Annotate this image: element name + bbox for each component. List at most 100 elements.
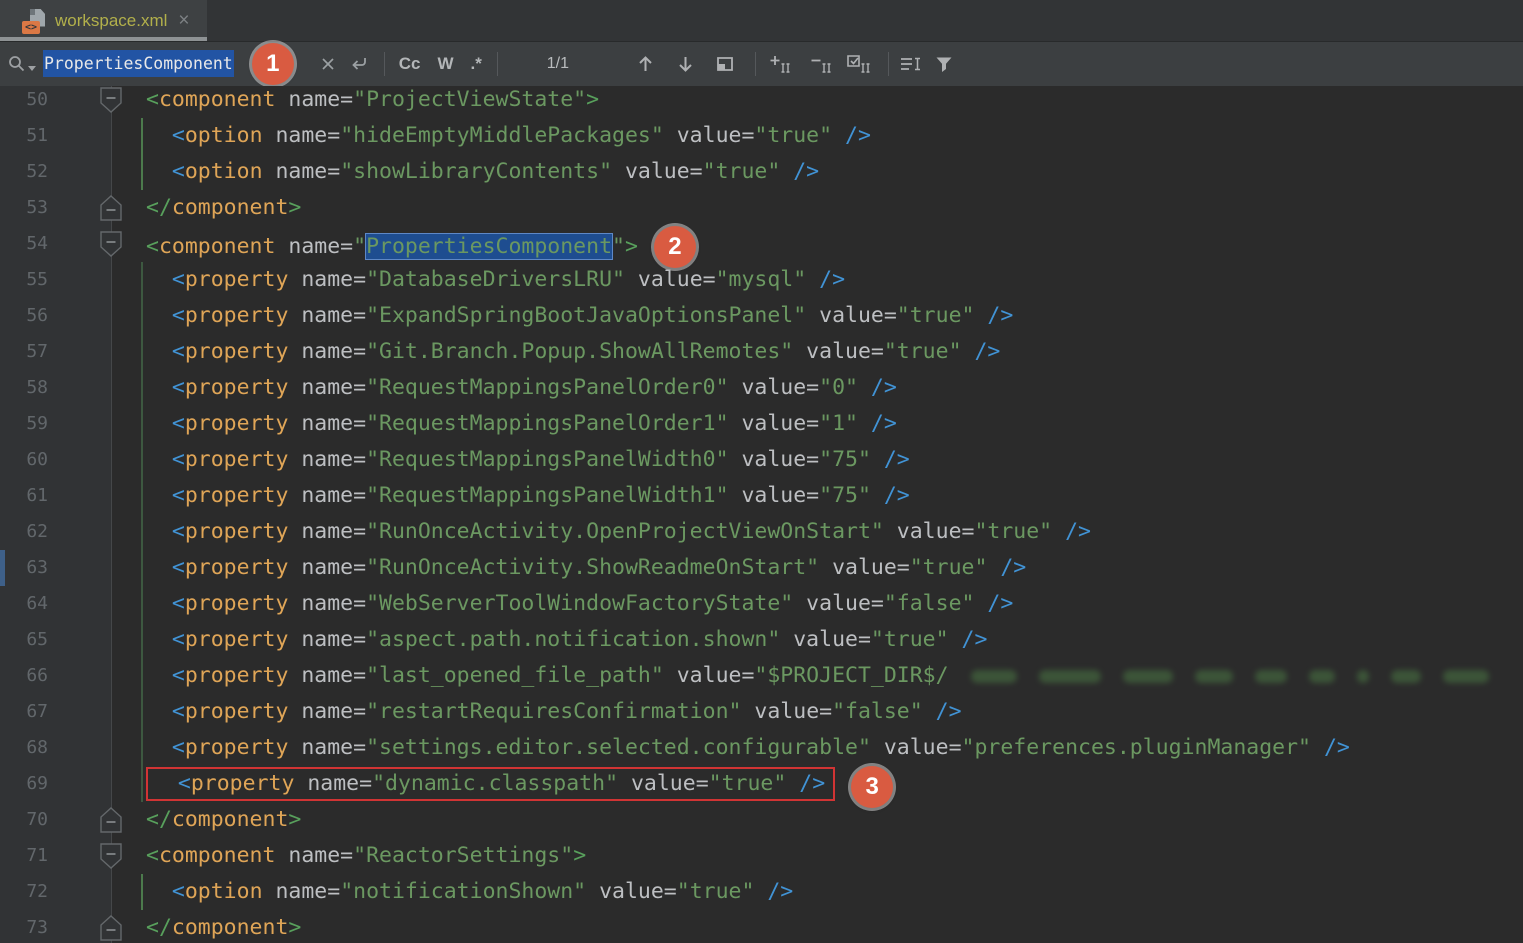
redacted-text-blur (1195, 670, 1233, 683)
fold-start-icon[interactable] (100, 87, 122, 118)
code-line-58[interactable]: 58 <property name="RequestMappingsPanelO… (0, 370, 1523, 406)
fold-end-icon[interactable] (100, 915, 122, 943)
code-line-51[interactable]: 51 <option name="hideEmptyMiddlePackages… (0, 118, 1523, 154)
filter-results-icon[interactable] (934, 55, 954, 74)
code-line-64[interactable]: 64 <property name="WebServerToolWindowFa… (0, 586, 1523, 622)
line-number: 63 (0, 550, 48, 586)
code-text: <property name="RunOnceActivity.ShowRead… (146, 550, 1026, 586)
line-number: 53 (0, 190, 48, 226)
regex-toggle[interactable]: .* (471, 54, 482, 74)
code-text: <component name="ReactorSettings"> (146, 838, 586, 874)
line-number: 51 (0, 118, 48, 154)
open-in-find-window-icon[interactable] (715, 55, 735, 73)
code-line-73[interactable]: 73 </component> (0, 910, 1523, 943)
line-number: 70 (0, 802, 48, 838)
code-line-66[interactable]: 66 <property name="last_opened_file_path… (0, 658, 1523, 694)
search-input[interactable]: PropertiesComponent (43, 42, 234, 86)
code-text: <property name="RequestMappingsPanelOrde… (146, 370, 897, 406)
line-number: 73 (0, 910, 48, 943)
code-line-53[interactable]: 53 </component> (0, 190, 1523, 226)
code-line-72[interactable]: 72 <option name="notificationShown" valu… (0, 874, 1523, 910)
code-text: </component> (146, 190, 301, 226)
code-text: <property name="ExpandSpringBootJavaOpti… (146, 298, 1013, 334)
match-counter: 1/1 (538, 55, 578, 73)
search-history-icon[interactable] (0, 54, 43, 74)
line-number: 67 (0, 694, 48, 730)
redacted-text-blur (1123, 670, 1173, 683)
code-text: <option name="showLibraryContents" value… (146, 154, 819, 190)
code-line-62[interactable]: 62 <property name="RunOnceActivity.OpenP… (0, 514, 1523, 550)
redacted-text-blur (1391, 670, 1421, 683)
redacted-text-blur (1255, 670, 1287, 683)
tab-title: workspace.xml (55, 11, 167, 31)
redacted-text-blur (971, 670, 1017, 683)
code-line-59[interactable]: 59 <property name="RequestMappingsPanelO… (0, 406, 1523, 442)
insert-newline-icon[interactable] (348, 55, 370, 73)
current-match-highlight: PropertiesComponent (366, 234, 612, 259)
code-line-50[interactable]: 50<component name="ProjectViewState"> (0, 86, 1523, 118)
search-input-selection: PropertiesComponent (43, 50, 234, 77)
remove-occurrence-icon[interactable] (809, 54, 834, 74)
search-field-options-icon[interactable] (899, 54, 922, 74)
code-line-65[interactable]: 65 <property name="aspect.path.notificat… (0, 622, 1523, 658)
line-number: 55 (0, 262, 48, 298)
chevron-down-icon (28, 66, 36, 71)
code-text: </component> (146, 910, 301, 943)
code-line-57[interactable]: 57 <property name="Git.Branch.Popup.Show… (0, 334, 1523, 370)
code-text: <property name="aspect.path.notification… (146, 622, 987, 658)
code-text: </component> (146, 802, 301, 838)
line-number: 57 (0, 334, 48, 370)
fold-start-icon[interactable] (100, 231, 122, 262)
tab-workspace-xml[interactable]: <> workspace.xml × (0, 0, 207, 41)
line-number: 58 (0, 370, 48, 406)
code-line-55[interactable]: 55 <property name="DatabaseDriversLRU" v… (0, 262, 1523, 298)
code-text: <property name="RunOnceActivity.OpenProj… (146, 514, 1091, 550)
code-text: <option name="hideEmptyMiddlePackages" v… (146, 118, 871, 154)
code-line-71[interactable]: 71<component name="ReactorSettings"> (0, 838, 1523, 874)
line-number: 66 (0, 658, 48, 694)
previous-occurrence-icon[interactable] (636, 54, 655, 74)
tab-close-icon[interactable]: × (178, 11, 189, 30)
redacted-text-blur (1357, 670, 1369, 683)
redacted-text-blur (1443, 670, 1489, 683)
code-editor[interactable]: 50<component name="ProjectViewState">51 … (0, 86, 1523, 943)
code-text: <property name="settings.editor.selected… (146, 730, 1350, 766)
line-number: 64 (0, 586, 48, 622)
code-line-56[interactable]: 56 <property name="ExpandSpringBootJavaO… (0, 298, 1523, 334)
line-number: 61 (0, 478, 48, 514)
select-all-occurrences-icon[interactable] (846, 54, 873, 74)
next-occurrence-icon[interactable] (676, 54, 695, 74)
line-number: 62 (0, 514, 48, 550)
line-number: 72 (0, 874, 48, 910)
code-line-52[interactable]: 52 <option name="showLibraryContents" va… (0, 154, 1523, 190)
line-number: 52 (0, 154, 48, 190)
code-line-63[interactable]: 63 <property name="RunOnceActivity.ShowR… (0, 550, 1523, 586)
code-line-61[interactable]: 61 <property name="RequestMappingsPanelW… (0, 478, 1523, 514)
code-text: <property name="restartRequiresConfirmat… (146, 694, 962, 730)
code-text: <property name="last_opened_file_path" v… (146, 658, 1489, 694)
fold-start-icon[interactable] (100, 843, 122, 874)
redacted-text-blur (1039, 670, 1101, 683)
line-number: 50 (0, 86, 48, 118)
whole-words-toggle[interactable]: W (437, 54, 453, 74)
annotation-red-box: <property name="dynamic.classpath" value… (146, 767, 835, 801)
fold-end-icon[interactable] (100, 807, 122, 838)
code-line-68[interactable]: 68 <property name="settings.editor.selec… (0, 730, 1523, 766)
editor-tab-bar: <> workspace.xml × (0, 0, 1523, 42)
code-text: <property name="DatabaseDriversLRU" valu… (146, 262, 845, 298)
fold-end-icon[interactable] (100, 195, 122, 226)
code-line-70[interactable]: 70 </component> (0, 802, 1523, 838)
code-text: <property name="Git.Branch.Popup.ShowAll… (146, 334, 1000, 370)
redacted-text-blur (1309, 670, 1335, 683)
find-bar: PropertiesComponent 1 Cc W .* 1/1 (0, 42, 1523, 87)
code-line-54[interactable]: 54<component name="PropertiesComponent">… (0, 226, 1523, 262)
code-text: <option name="notificationShown" value="… (146, 874, 793, 910)
clear-search-icon[interactable] (320, 56, 336, 72)
code-line-69[interactable]: 69 <property name="dynamic.classpath" va… (0, 766, 1523, 802)
line-number: 65 (0, 622, 48, 658)
add-occurrence-icon[interactable] (768, 54, 793, 74)
annotation-badge-1: 1 (252, 43, 294, 85)
match-case-toggle[interactable]: Cc (399, 54, 421, 74)
code-line-67[interactable]: 67 <property name="restartRequiresConfir… (0, 694, 1523, 730)
code-line-60[interactable]: 60 <property name="RequestMappingsPanelW… (0, 442, 1523, 478)
